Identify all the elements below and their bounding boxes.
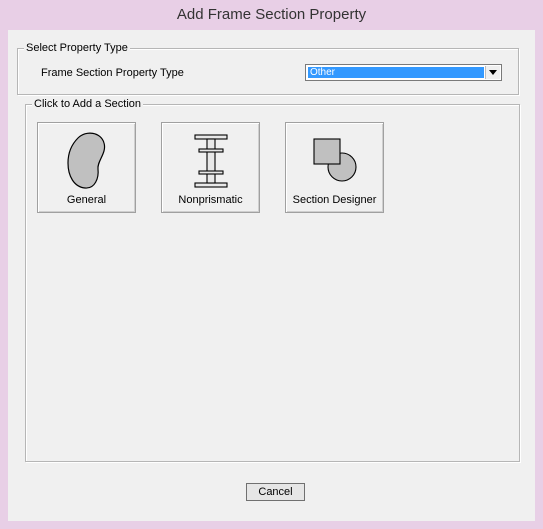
frame-section-property-type-label: Frame Section Property Type	[41, 67, 184, 79]
general-section-button[interactable]: General	[37, 122, 136, 213]
click-to-add-section-legend: Click to Add a Section	[32, 98, 144, 111]
section-designer-icon	[313, 138, 357, 182]
dropdown-button[interactable]	[485, 66, 500, 79]
i-beam-icon	[194, 134, 228, 188]
cancel-button[interactable]: Cancel	[246, 483, 305, 501]
general-shape-icon	[67, 132, 106, 189]
nonprismatic-section-button[interactable]: Nonprismatic	[161, 122, 260, 213]
dropdown-selected-value: Other	[308, 67, 484, 78]
title-bar: Add Frame Section Property	[0, 0, 543, 30]
section-designer-button[interactable]: Section Designer	[285, 122, 384, 213]
frame-section-property-type-dropdown[interactable]: Other	[305, 64, 502, 81]
section-designer-button-label: Section Designer	[292, 194, 377, 206]
dialog-body: Select Property Type Frame Section Prope…	[8, 30, 535, 521]
select-property-type-legend: Select Property Type	[24, 42, 130, 55]
window-title: Add Frame Section Property	[176, 6, 367, 23]
chevron-down-icon	[489, 70, 497, 75]
nonprismatic-button-label: Nonprismatic	[178, 194, 243, 206]
general-button-label: General	[66, 194, 107, 206]
